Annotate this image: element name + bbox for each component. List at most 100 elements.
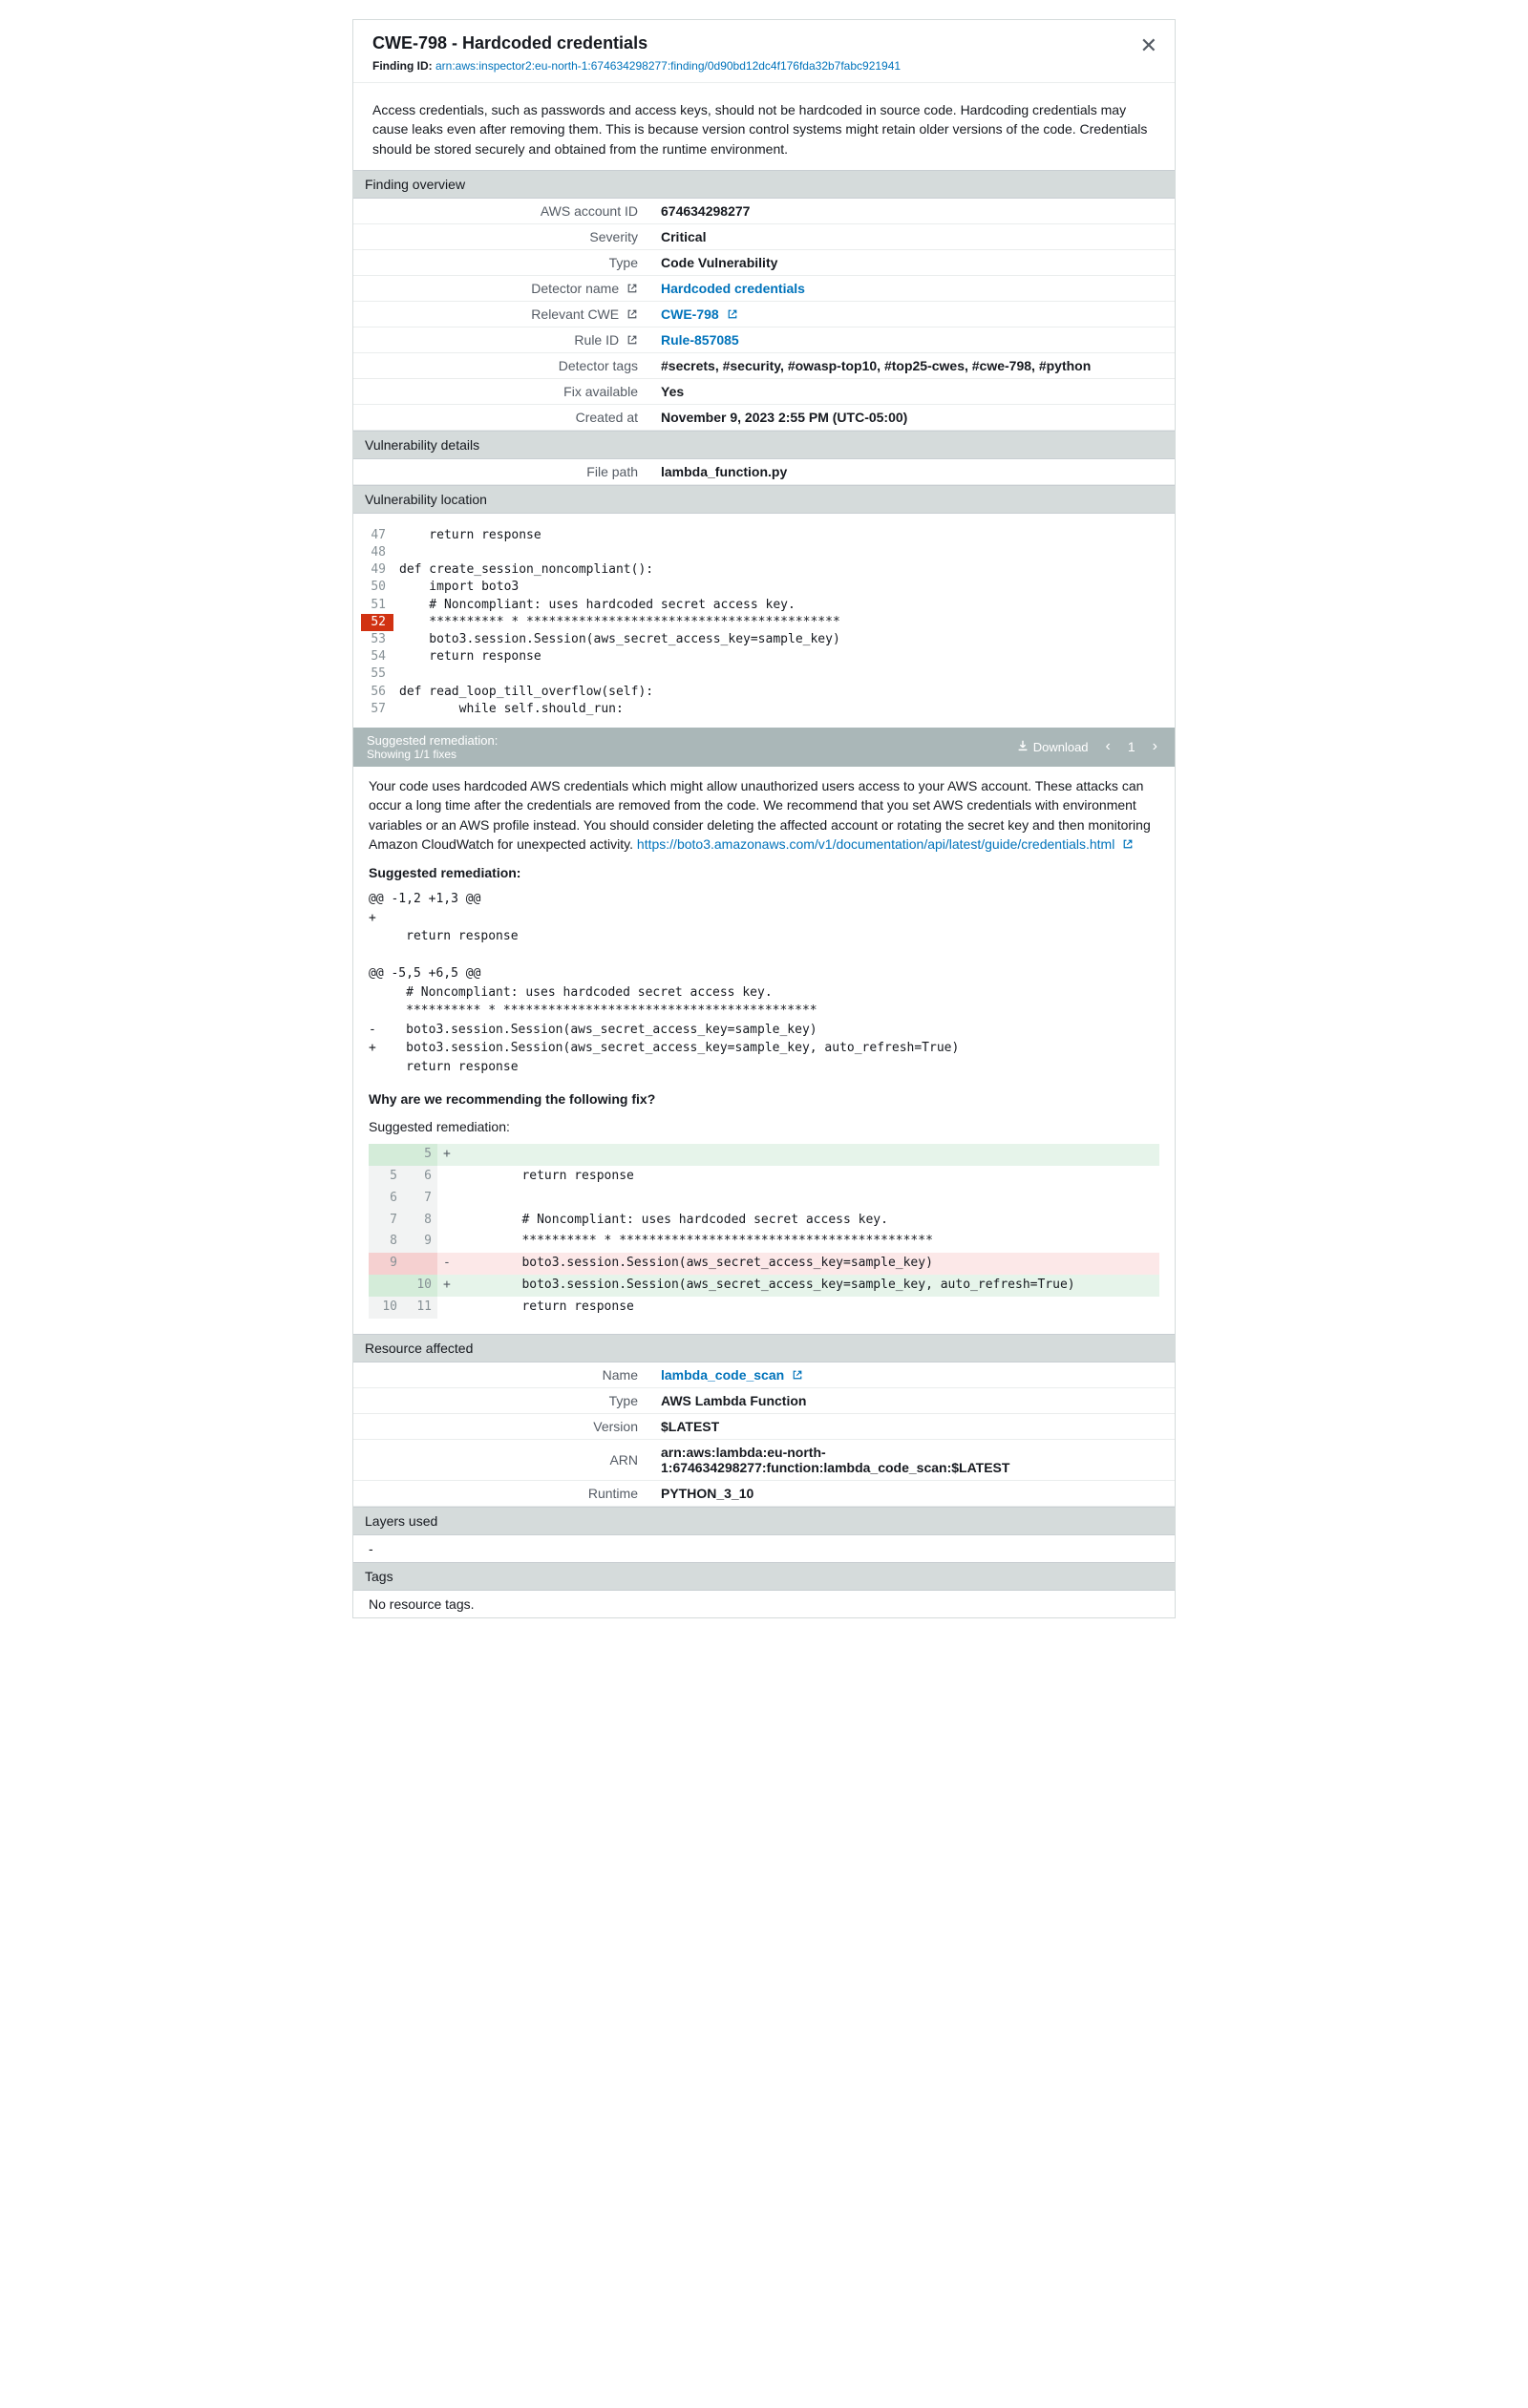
diff-code: [456, 1144, 1159, 1166]
diff-new-ln: 6: [403, 1166, 437, 1188]
code-line-text: def read_loop_till_overflow(self):: [393, 684, 1167, 701]
diff-sign: [437, 1166, 456, 1188]
code-line-text: # Noncompliant: uses hardcoded secret ac…: [393, 597, 1167, 614]
code-line-text: return response: [393, 648, 1167, 665]
code-line-number: 55: [361, 665, 393, 683]
diff-row: 78 # Noncompliant: uses hardcoded secret…: [369, 1210, 1159, 1232]
section-heading-vuln-details: Vulnerability details: [353, 431, 1175, 459]
code-line: 51 # Noncompliant: uses hardcoded secret…: [361, 597, 1167, 614]
resource-value-link[interactable]: lambda_code_scan: [661, 1367, 784, 1383]
download-label: Download: [1033, 740, 1089, 754]
external-link-icon: [626, 333, 638, 345]
overview-value: Hardcoded credentials: [649, 275, 1175, 301]
suggested-remediation-label-2: Suggested remediation:: [369, 1117, 1159, 1136]
suggested-remediation-label-1: Suggested remediation:: [369, 863, 1159, 882]
overview-key: Severity: [353, 223, 649, 249]
code-line-text: boto3.session.Session(aws_secret_access_…: [393, 631, 1167, 648]
diff-new-ln: 7: [403, 1188, 437, 1210]
resource-value: $LATEST: [649, 1413, 1175, 1439]
diff-old-ln: 8: [369, 1231, 403, 1253]
code-line-number: 51: [361, 597, 393, 614]
code-line: 49def create_session_noncompliant():: [361, 561, 1167, 579]
diff-row: 67: [369, 1188, 1159, 1210]
remediation-diff-text: @@ -1,2 +1,3 @@ + return response @@ -5,…: [369, 890, 1159, 1076]
diff-old-ln: 5: [369, 1166, 403, 1188]
panel-header: CWE-798 - Hardcoded credentials Finding …: [353, 20, 1175, 83]
finding-panel: CWE-798 - Hardcoded credentials Finding …: [352, 19, 1176, 1618]
overview-value: #secrets, #security, #owasp-top10, #top2…: [649, 352, 1175, 378]
diff-new-ln: 5: [403, 1144, 437, 1166]
pager-prev-button[interactable]: ‹: [1102, 738, 1114, 755]
overview-row: Type Code Vulnerability: [353, 249, 1175, 275]
code-line-number: 54: [361, 648, 393, 665]
overview-row: Rule ID Rule-857085: [353, 327, 1175, 352]
close-icon: ✕: [1140, 33, 1157, 57]
overview-row: Fix available Yes: [353, 378, 1175, 404]
code-line: 50 import boto3: [361, 579, 1167, 596]
diff-sign: [437, 1231, 456, 1253]
overview-value-link[interactable]: CWE-798: [661, 306, 719, 322]
code-line-number: 57: [361, 701, 393, 718]
resource-key: Name: [353, 1362, 649, 1388]
external-link-icon: [626, 282, 638, 293]
diff-code: boto3.session.Session(aws_secret_access_…: [456, 1275, 1159, 1297]
code-line-text: import boto3: [393, 579, 1167, 596]
remediation-doc-link[interactable]: https://boto3.amazonaws.com/v1/documenta…: [637, 836, 1114, 852]
resource-row: Version $LATEST: [353, 1413, 1175, 1439]
overview-value: CWE-798: [649, 301, 1175, 327]
code-line: 53 boto3.session.Session(aws_secret_acce…: [361, 631, 1167, 648]
code-line-number: 52: [361, 614, 393, 631]
diff-sign: +: [437, 1275, 456, 1297]
resource-value: lambda_code_scan: [649, 1362, 1175, 1388]
remediation-bar-subtitle: Showing 1/1 fixes: [367, 748, 1003, 761]
overview-value-link[interactable]: Hardcoded credentials: [661, 281, 805, 296]
overview-value: November 9, 2023 2:55 PM (UTC-05:00): [649, 404, 1175, 430]
diff-new-ln: [403, 1253, 437, 1275]
pager-next-button[interactable]: ›: [1149, 738, 1161, 755]
diff-old-ln: 6: [369, 1188, 403, 1210]
code-line-number: 56: [361, 684, 393, 701]
overview-value-link[interactable]: Rule-857085: [661, 332, 739, 348]
finding-id-link[interactable]: arn:aws:inspector2:eu-north-1:6746342982…: [435, 59, 901, 73]
code-line: 57 while self.should_run:: [361, 701, 1167, 718]
overview-key: AWS account ID: [353, 199, 649, 224]
resource-key: Version: [353, 1413, 649, 1439]
finding-id-line: Finding ID: arn:aws:inspector2:eu-north-…: [372, 59, 1156, 73]
close-button[interactable]: ✕: [1140, 33, 1157, 58]
code-line: 55: [361, 665, 1167, 683]
resource-key: Runtime: [353, 1480, 649, 1506]
code-line: 47 return response: [361, 527, 1167, 544]
remediation-intro: Your code uses hardcoded AWS credentials…: [369, 776, 1159, 854]
resource-value: PYTHON_3_10: [649, 1480, 1175, 1506]
diff-old-ln: 7: [369, 1210, 403, 1232]
diff-sign: +: [437, 1144, 456, 1166]
overview-key: Relevant CWE: [353, 301, 649, 327]
diff-code: [456, 1188, 1159, 1210]
diff-sign: -: [437, 1253, 456, 1275]
diff-row: 10+ boto3.session.Session(aws_secret_acc…: [369, 1275, 1159, 1297]
diff-code: ********** * ***************************…: [456, 1231, 1159, 1253]
chevron-left-icon: ‹: [1106, 738, 1111, 754]
overview-value: Yes: [649, 378, 1175, 404]
code-line-text: [393, 544, 1167, 561]
diff-row: 5+: [369, 1144, 1159, 1166]
finding-description: Access credentials, such as passwords an…: [353, 83, 1175, 170]
chevron-right-icon: ›: [1153, 738, 1157, 754]
external-link-icon: [626, 307, 638, 319]
section-heading-vuln-location: Vulnerability location: [353, 485, 1175, 514]
diff-sign: [437, 1210, 456, 1232]
resource-value: AWS Lambda Function: [649, 1387, 1175, 1413]
external-link-icon: [727, 307, 738, 319]
code-line-text: return response: [393, 527, 1167, 544]
diff-code: # Noncompliant: uses hardcoded secret ac…: [456, 1210, 1159, 1232]
remediation-body: Your code uses hardcoded AWS credentials…: [353, 767, 1175, 1334]
overview-row: Relevant CWE CWE-798: [353, 301, 1175, 327]
remediation-bar-title: Suggested remediation:: [367, 733, 1003, 748]
overview-key: Detector tags: [353, 352, 649, 378]
overview-value: 674634298277: [649, 199, 1175, 224]
diff-sign: [437, 1297, 456, 1319]
diff-row: 1011 return response: [369, 1297, 1159, 1319]
diff-code: return response: [456, 1166, 1159, 1188]
download-button[interactable]: Download: [1016, 739, 1089, 755]
vuln-details-table: File path lambda_function.py: [353, 459, 1175, 485]
